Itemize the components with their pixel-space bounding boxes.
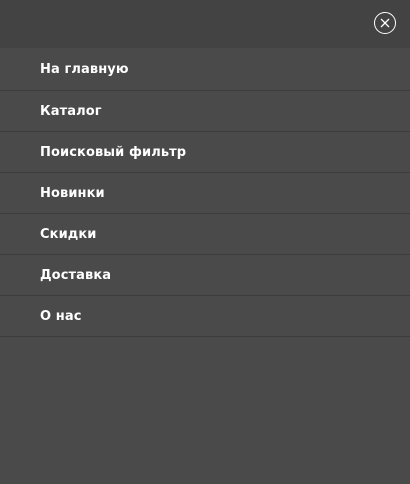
menu-item-label: На главную	[40, 61, 129, 77]
menu-item-catalog[interactable]: Каталог	[0, 91, 410, 132]
menu-item-label: Доставка	[40, 267, 112, 283]
menu-list: На главную Каталог Поисковый фильтр Нови…	[0, 48, 410, 337]
close-button[interactable]	[374, 12, 396, 34]
menu-item-discounts[interactable]: Скидки	[0, 214, 410, 255]
menu-item-about[interactable]: О нас	[0, 296, 410, 337]
menu-item-new-arrivals[interactable]: Новинки	[0, 173, 410, 214]
menu-header	[0, 0, 410, 48]
menu-item-label: Поисковый фильтр	[40, 144, 187, 160]
menu-item-label: Новинки	[40, 185, 105, 201]
menu-item-search-filter[interactable]: Поисковый фильтр	[0, 132, 410, 173]
menu-item-label: Скидки	[40, 226, 97, 242]
close-icon	[380, 18, 390, 28]
menu-item-label: Каталог	[40, 103, 102, 119]
menu-item-delivery[interactable]: Доставка	[0, 255, 410, 296]
mobile-menu-panel: На главную Каталог Поисковый фильтр Нови…	[0, 0, 410, 484]
menu-item-home[interactable]: На главную	[0, 48, 410, 91]
menu-item-label: О нас	[40, 308, 82, 324]
